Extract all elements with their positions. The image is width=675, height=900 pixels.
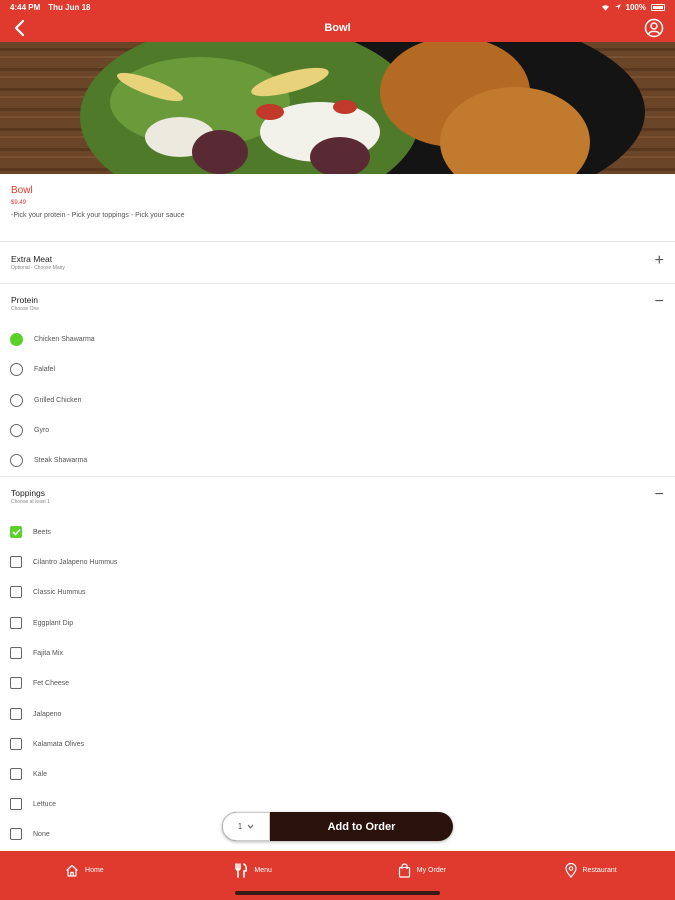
option-label: Falafel [34, 365, 56, 373]
page-title: Bowl [324, 22, 351, 34]
topping-option[interactable]: Eggplant Dip [10, 615, 73, 631]
option-label: Chicken Shawarma [34, 335, 95, 343]
tab-label: Menu [254, 867, 272, 874]
section-title: Toppings [11, 488, 46, 498]
chevron-left-icon [14, 19, 25, 37]
radio-icon[interactable] [10, 453, 23, 467]
topping-option[interactable]: Lettuce [10, 796, 56, 812]
checkbox-icon[interactable] [10, 586, 22, 598]
topping-option[interactable]: Fajita Mix [10, 645, 63, 661]
item-info: Bowl $9.49 -Pick your protein - Pick you… [0, 174, 675, 242]
protein-option[interactable]: Steak Shawarma [10, 452, 87, 468]
option-label: Cilantro Jalapeno Hummus [33, 558, 118, 566]
section-protein[interactable]: Protein Choose One − [0, 284, 675, 324]
user-circle-icon [644, 18, 664, 38]
topping-option[interactable]: None [10, 826, 50, 842]
topping-option[interactable]: Kalamata Olives [10, 736, 84, 752]
tab-label: Restaurant [582, 867, 617, 874]
expand-plus-icon[interactable]: + [655, 253, 664, 269]
topping-option[interactable]: Classic Hummus [10, 584, 86, 600]
option-label: Classic Hummus [33, 588, 86, 596]
topping-option[interactable]: Jalapeno [10, 706, 61, 722]
chevron-down-icon [247, 824, 254, 829]
radio-icon[interactable] [10, 423, 23, 437]
option-label: None [33, 830, 50, 838]
protein-option[interactable]: Falafel [10, 361, 55, 377]
section-title: Extra Meat [11, 254, 53, 264]
topping-option[interactable]: Kale [10, 766, 47, 782]
option-label: Beets [33, 528, 51, 536]
checkmark-icon [11, 528, 21, 536]
tab-label: My Order [416, 867, 446, 874]
status-date: Thu Jun 18 [48, 2, 91, 12]
item-description: -Pick your protein - Pick your toppings … [11, 212, 185, 219]
topping-option[interactable]: Beets [10, 524, 51, 540]
location-pin-icon [564, 863, 577, 878]
tab-restaurant[interactable]: Restaurant [506, 851, 675, 900]
protein-option[interactable]: Gyro [10, 422, 49, 438]
section-subtitle: Choose at least 1 [11, 499, 50, 505]
option-label: Steak Shawarma [34, 456, 88, 464]
order-bar: 1 Add to Order [222, 812, 453, 841]
protein-option[interactable]: Chicken Shawarma [10, 331, 95, 347]
checkbox-icon[interactable] [10, 768, 22, 780]
option-label: Kalamata Olives [33, 740, 84, 748]
option-label: Jalapeno [33, 710, 62, 718]
option-label: Fajita Mix [33, 649, 63, 657]
checkbox-icon[interactable] [10, 738, 22, 750]
bottom-tab-bar: Home Menu My Order Restaurant [0, 851, 675, 900]
fork-knife-icon [235, 863, 248, 878]
status-bar: 4:44 PM Thu Jun 18 100% [0, 0, 675, 14]
topping-option[interactable]: Fet Cheese [10, 675, 69, 691]
option-label: Lettuce [33, 800, 56, 808]
item-price: $9.49 [11, 200, 27, 206]
tab-home[interactable]: Home [0, 851, 169, 900]
option-label: Fet Cheese [33, 679, 70, 687]
tab-label: Home [85, 867, 104, 874]
collapse-minus-icon[interactable]: − [655, 294, 664, 310]
section-subtitle: Choose One [11, 306, 40, 312]
profile-button[interactable] [643, 17, 665, 39]
status-time: 4:44 PM [10, 2, 41, 12]
checkbox-icon[interactable] [10, 647, 22, 659]
home-indicator [235, 891, 440, 895]
section-subtitle: Optional - Choose Many [11, 265, 65, 271]
back-button[interactable] [8, 16, 30, 40]
option-label: Kale [33, 770, 48, 778]
section-title: Protein [11, 295, 38, 305]
collapse-minus-icon[interactable]: − [655, 487, 664, 503]
radio-icon[interactable] [10, 393, 23, 407]
battery-percent: 100% [625, 2, 646, 12]
protein-option[interactable]: Grilled Chicken [10, 392, 81, 408]
checkbox-icon[interactable] [10, 556, 22, 568]
location-arrow-icon [614, 4, 621, 10]
checkbox-icon[interactable] [10, 677, 22, 689]
nav-bar: Bowl [0, 14, 675, 42]
checkbox-icon[interactable] [10, 708, 22, 720]
quantity-value: 1 [237, 822, 243, 831]
wifi-icon [601, 4, 609, 11]
add-to-order-button[interactable]: Add to Order [270, 812, 453, 841]
item-name: Bowl [11, 185, 33, 196]
checkbox-checked-icon[interactable] [10, 526, 22, 538]
checkbox-icon[interactable] [10, 828, 22, 840]
option-label: Grilled Chicken [34, 396, 82, 404]
option-label: Gyro [34, 426, 50, 434]
radio-icon[interactable] [10, 362, 23, 376]
checkbox-icon[interactable] [10, 617, 22, 629]
item-hero-image [0, 42, 675, 174]
battery-icon [651, 3, 665, 11]
radio-selected-icon[interactable] [10, 332, 23, 346]
section-extra-meat[interactable]: Extra Meat Optional - Choose Many + [0, 243, 675, 283]
topping-option[interactable]: Cilantro Jalapeno Hummus [10, 554, 117, 570]
home-icon [66, 864, 78, 877]
section-toppings[interactable]: Toppings Choose at least 1 − [0, 477, 675, 517]
bowl-photo [0, 42, 675, 174]
quantity-select[interactable]: 1 [222, 812, 270, 841]
bag-icon [398, 863, 410, 878]
checkbox-icon[interactable] [10, 798, 22, 810]
option-label: Eggplant Dip [33, 619, 74, 627]
